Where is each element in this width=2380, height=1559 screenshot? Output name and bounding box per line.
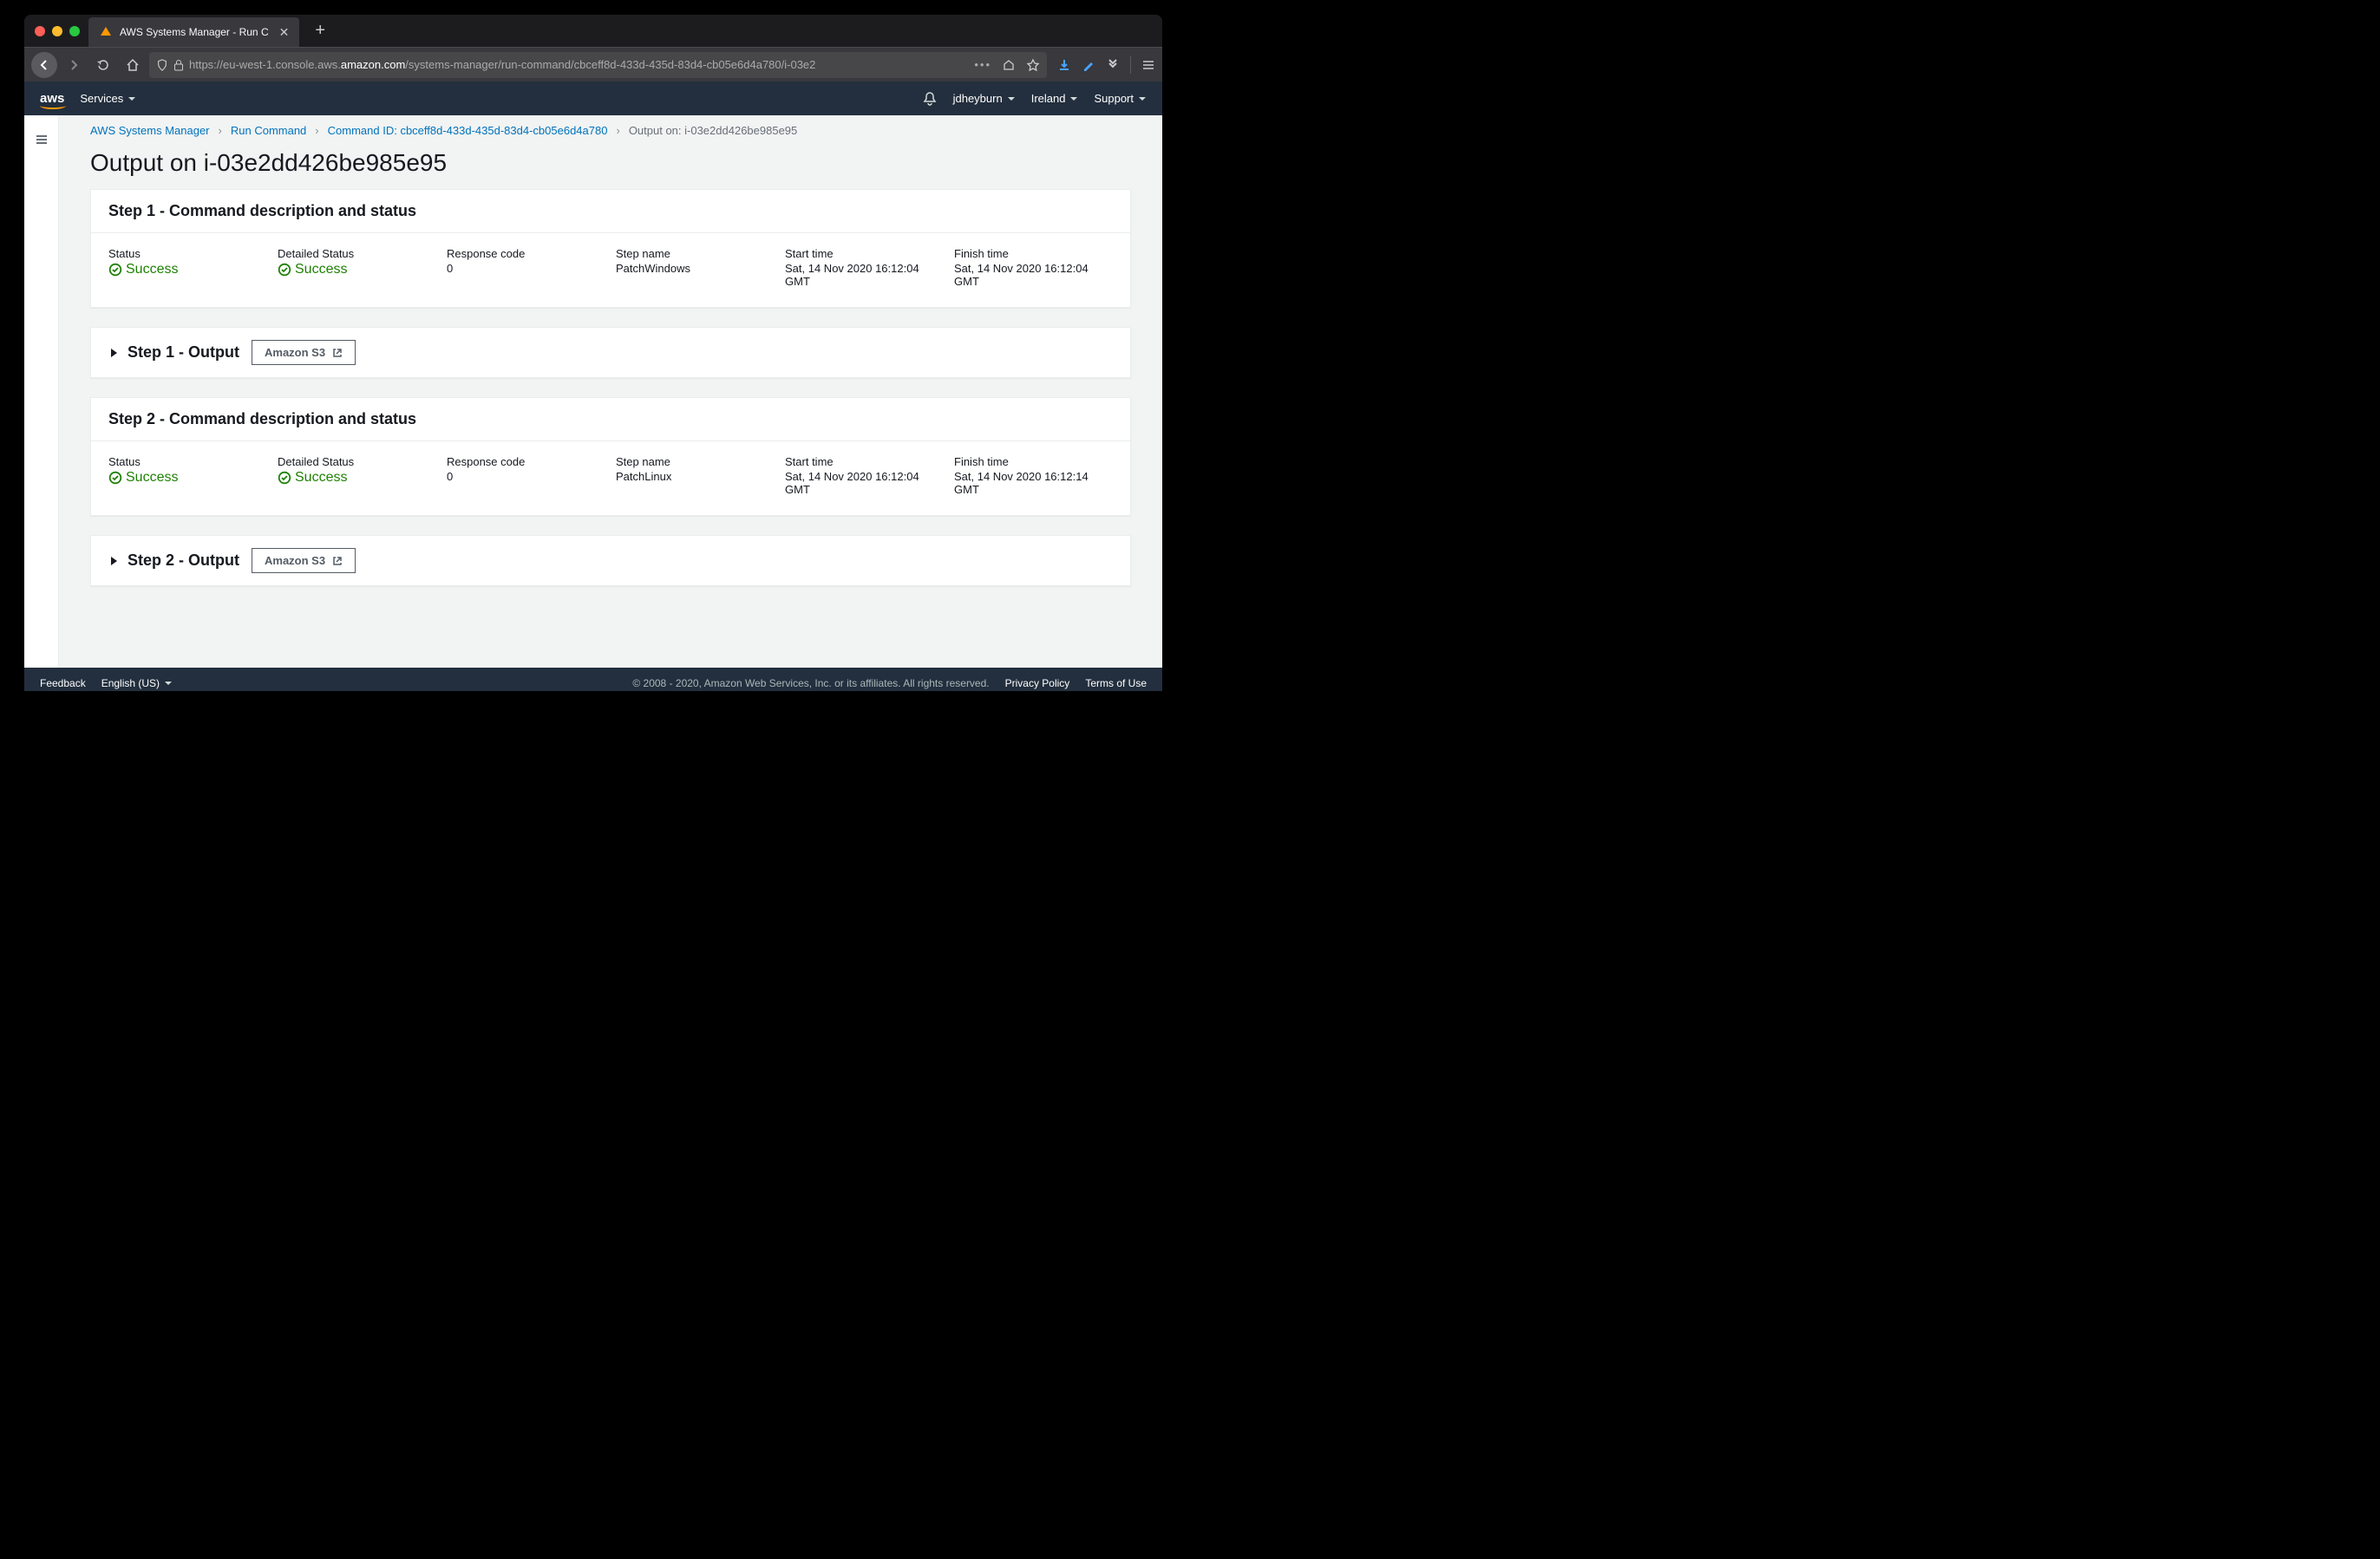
- services-menu[interactable]: Services: [80, 92, 136, 105]
- step-name-label: Step name: [616, 455, 775, 468]
- amazon-s3-button[interactable]: Amazon S3: [252, 548, 356, 573]
- url-bar[interactable]: https://eu-west-1.console.aws.amazon.com…: [149, 52, 1047, 78]
- breadcrumb-link[interactable]: AWS Systems Manager: [90, 124, 210, 137]
- notifications-icon[interactable]: [922, 91, 938, 107]
- content-area: AWS Systems Manager › Run Command › Comm…: [59, 115, 1162, 668]
- caret-right-icon: [108, 556, 119, 566]
- step-2-status-panel: Step 2 - Command description and status …: [90, 397, 1131, 516]
- finish-time-label: Finish time: [954, 455, 1113, 468]
- breadcrumb-current: Output on: i-03e2dd426be985e95: [629, 124, 797, 137]
- external-link-icon: [332, 556, 343, 566]
- url-text: https://eu-west-1.console.aws.amazon.com…: [189, 58, 815, 71]
- copyright-text: © 2008 - 2020, Amazon Web Services, Inc.…: [632, 677, 989, 689]
- success-icon: [278, 263, 291, 277]
- window-controls: [29, 26, 88, 36]
- window-minimize-button[interactable]: [52, 26, 62, 36]
- step-1-output-panel: Step 1 - Output Amazon S3: [90, 327, 1131, 378]
- success-icon: [278, 471, 291, 485]
- breadcrumb-link[interactable]: Command ID: cbceff8d-433d-435d-83d4-cb05…: [328, 124, 608, 137]
- response-code-value: 0: [447, 470, 605, 483]
- chevron-right-icon: ›: [616, 124, 619, 137]
- step-name-label: Step name: [616, 247, 775, 260]
- page-title: Output on i-03e2dd426be985e95: [59, 137, 1162, 189]
- reader-icon[interactable]: [1002, 58, 1016, 72]
- finish-time-value: Sat, 14 Nov 2020 16:12:04 GMT: [954, 262, 1113, 288]
- response-code-label: Response code: [447, 247, 605, 260]
- detailed-status-value: Success: [278, 470, 436, 486]
- nav-forward-button[interactable]: [61, 52, 87, 78]
- success-icon: [108, 263, 122, 277]
- chevron-right-icon: ›: [219, 124, 222, 137]
- start-time-label: Start time: [785, 247, 944, 260]
- detailed-status-label: Detailed Status: [278, 247, 436, 260]
- expand-toggle[interactable]: Step 1 - Output: [108, 343, 239, 362]
- tab-title: AWS Systems Manager - Run C: [120, 26, 269, 38]
- expand-toggle[interactable]: Step 2 - Output: [108, 551, 239, 570]
- side-nav-toggle-column: [24, 115, 59, 668]
- overflow-icon[interactable]: [1106, 58, 1120, 72]
- step-name-value: PatchLinux: [616, 470, 775, 483]
- response-code-label: Response code: [447, 455, 605, 468]
- extension-icon[interactable]: [1082, 58, 1095, 72]
- step-1-status-panel: Step 1 - Command description and status …: [90, 189, 1131, 308]
- step-2-output-panel: Step 2 - Output Amazon S3: [90, 535, 1131, 586]
- aws-body: AWS Systems Manager › Run Command › Comm…: [24, 115, 1162, 668]
- feedback-link[interactable]: Feedback: [40, 677, 86, 689]
- window-maximize-button[interactable]: [69, 26, 80, 36]
- response-code-value: 0: [447, 262, 605, 275]
- nav-reload-button[interactable]: [90, 52, 116, 78]
- status-label: Status: [108, 247, 267, 260]
- breadcrumb-link[interactable]: Run Command: [231, 124, 306, 137]
- panel-title: Step 2 - Command description and status: [108, 410, 1113, 428]
- external-link-icon: [332, 348, 343, 358]
- tab-close-button[interactable]: ✕: [279, 25, 290, 40]
- privacy-policy-link[interactable]: Privacy Policy: [1005, 677, 1070, 689]
- success-icon: [108, 471, 122, 485]
- region-menu[interactable]: Ireland: [1031, 92, 1079, 105]
- status-value: Success: [108, 262, 267, 277]
- amazon-s3-button[interactable]: Amazon S3: [252, 340, 356, 365]
- nav-back-button[interactable]: [31, 52, 57, 78]
- chevron-right-icon: ›: [315, 124, 318, 137]
- page-actions-icon[interactable]: •••: [974, 58, 991, 71]
- download-icon[interactable]: [1057, 58, 1071, 72]
- status-value: Success: [108, 470, 267, 486]
- panel-header: Step 2 - Command description and status: [91, 398, 1130, 441]
- hamburger-icon[interactable]: [35, 133, 49, 668]
- window-close-button[interactable]: [35, 26, 45, 36]
- breadcrumb: AWS Systems Manager › Run Command › Comm…: [59, 115, 1162, 137]
- start-time-value: Sat, 14 Nov 2020 16:12:04 GMT: [785, 470, 944, 496]
- menu-icon[interactable]: [1141, 58, 1155, 72]
- lock-icon: [173, 59, 184, 71]
- start-time-label: Start time: [785, 455, 944, 468]
- scrollbar[interactable]: [1153, 115, 1162, 668]
- finish-time-label: Finish time: [954, 247, 1113, 260]
- shield-icon: [156, 59, 168, 71]
- caret-right-icon: [108, 348, 119, 358]
- browser-window: AWS Systems Manager - Run C ✕ + https://…: [24, 15, 1162, 691]
- start-time-value: Sat, 14 Nov 2020 16:12:04 GMT: [785, 262, 944, 288]
- panel-header: Step 1 - Command description and status: [91, 190, 1130, 233]
- browser-nav-bar: https://eu-west-1.console.aws.amazon.com…: [24, 47, 1162, 82]
- new-tab-button[interactable]: +: [315, 21, 325, 41]
- support-menu[interactable]: Support: [1094, 92, 1147, 105]
- aws-logo[interactable]: aws: [40, 91, 64, 106]
- aws-top-nav: aws Services jdheyburn Ireland Support: [24, 82, 1162, 115]
- browser-tab[interactable]: AWS Systems Manager - Run C ✕: [88, 17, 299, 47]
- tab-bar: AWS Systems Manager - Run C ✕ +: [24, 15, 1162, 47]
- nav-home-button[interactable]: [120, 52, 146, 78]
- step-name-value: PatchWindows: [616, 262, 775, 275]
- aws-favicon-icon: [99, 25, 113, 39]
- language-selector[interactable]: English (US): [101, 677, 173, 689]
- finish-time-value: Sat, 14 Nov 2020 16:12:14 GMT: [954, 470, 1113, 496]
- aws-footer: Feedback English (US) © 2008 - 2020, Ama…: [24, 668, 1162, 691]
- panel-title: Step 1 - Command description and status: [108, 202, 1113, 220]
- bookmark-icon[interactable]: [1026, 58, 1040, 72]
- detailed-status-value: Success: [278, 262, 436, 277]
- terms-of-use-link[interactable]: Terms of Use: [1085, 677, 1147, 689]
- status-label: Status: [108, 455, 267, 468]
- account-menu[interactable]: jdheyburn: [953, 92, 1016, 105]
- detailed-status-label: Detailed Status: [278, 455, 436, 468]
